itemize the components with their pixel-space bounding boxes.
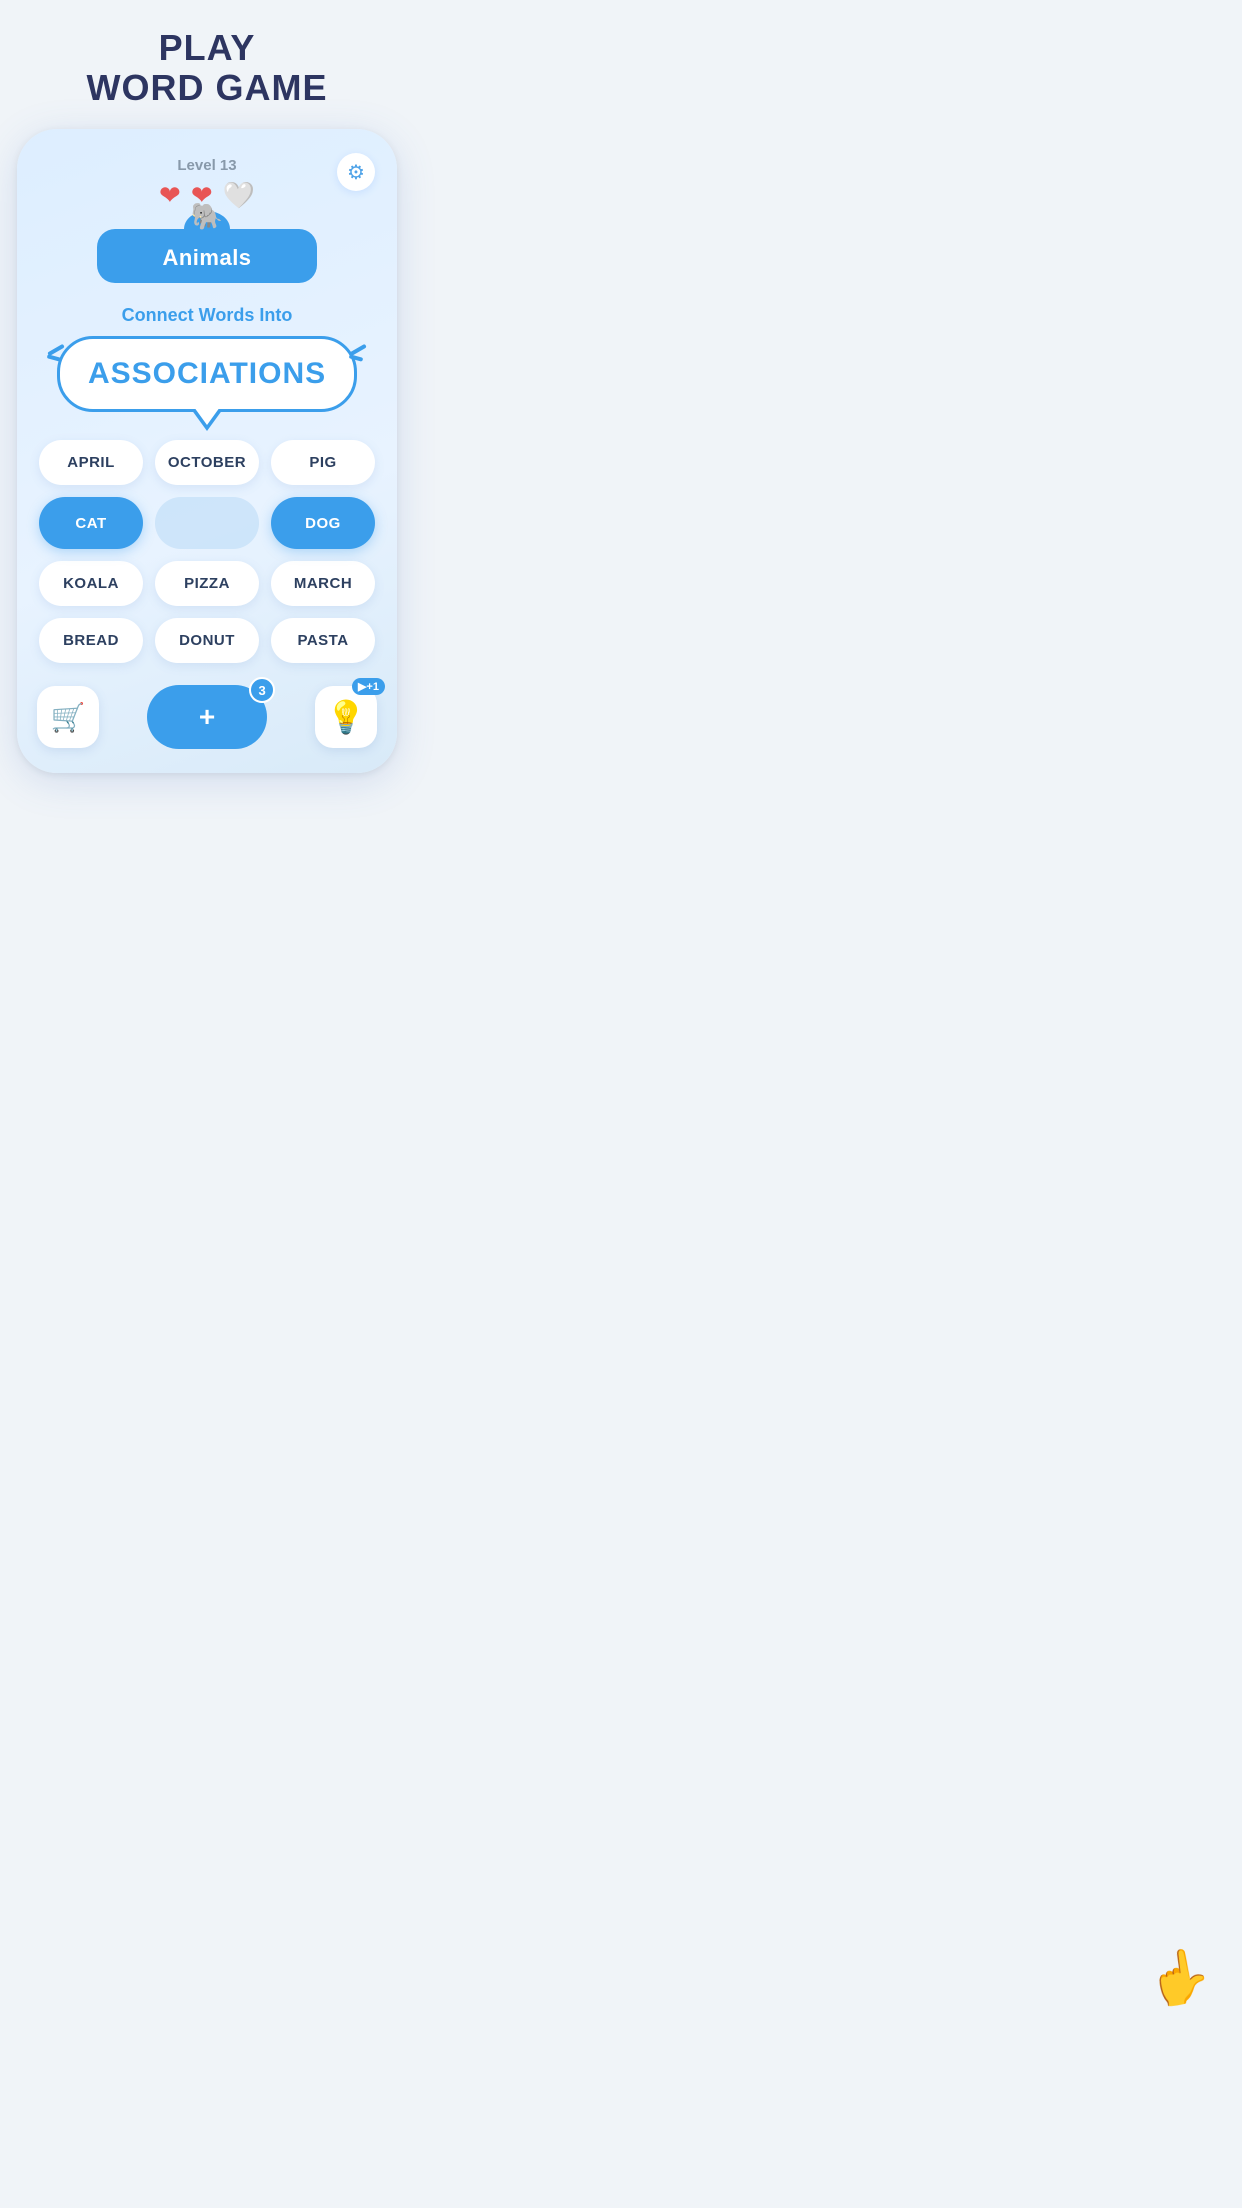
word-cat[interactable]: CAT (39, 497, 143, 549)
shop-button[interactable]: 🛒 (37, 686, 99, 748)
hint-icon: 💡 (326, 698, 366, 736)
bottom-bar: 🛒 + 3 💡 ▶+1 (35, 685, 379, 749)
speech-bubble-wrapper: ASSOCIATIONS (35, 336, 379, 412)
word-pig[interactable]: PIG (271, 440, 375, 485)
add-count-badge: 3 (249, 677, 275, 703)
word-october[interactable]: OCTOBER (155, 440, 259, 485)
word-grid: APRIL OCTOBER PIG CAT DOG KOALA PIZZA MA… (35, 440, 379, 663)
heart-3: 🤍 (223, 180, 255, 211)
heart-1: ❤ (159, 180, 181, 211)
word-dog[interactable]: DOG (271, 497, 375, 549)
category-name: Animals (162, 245, 251, 271)
page-title: PLAY WORD GAME (87, 28, 328, 107)
category-banner: 🐘 Animals (97, 229, 317, 283)
word-pizza[interactable]: PIZZA (155, 561, 259, 606)
level-text: Level 13 (35, 157, 379, 174)
hint-button[interactable]: 💡 (315, 686, 377, 748)
hand-pointer: 👆 (1142, 1942, 1216, 2013)
word-donut[interactable]: DONUT (155, 618, 259, 663)
word-pasta[interactable]: PASTA (271, 618, 375, 663)
settings-icon: ⚙ (347, 160, 365, 185)
word-koala[interactable]: KOALA (39, 561, 143, 606)
hint-badge: ▶+1 (352, 678, 385, 695)
elephant-icon: 🐘 (191, 201, 223, 232)
add-button-wrapper: + 3 (147, 685, 267, 749)
shop-icon: 🛒 (51, 701, 86, 734)
hint-button-wrapper: 💡 ▶+1 (315, 686, 377, 748)
settings-button[interactable]: ⚙ (337, 153, 375, 191)
connect-text: Connect Words Into (122, 305, 293, 326)
plus-icon: + (199, 701, 215, 732)
connector-middle (155, 497, 259, 549)
associations-text: ASSOCIATIONS (88, 357, 326, 391)
phone-frame: Level 13 ⚙ ❤ ❤ 🤍 🐘 Animals Connect Words… (17, 129, 397, 773)
speech-bubble: ASSOCIATIONS (57, 336, 357, 412)
word-march[interactable]: MARCH (271, 561, 375, 606)
word-bread[interactable]: BREAD (39, 618, 143, 663)
word-april[interactable]: APRIL (39, 440, 143, 485)
hint-badge-text: ▶+1 (358, 680, 379, 693)
